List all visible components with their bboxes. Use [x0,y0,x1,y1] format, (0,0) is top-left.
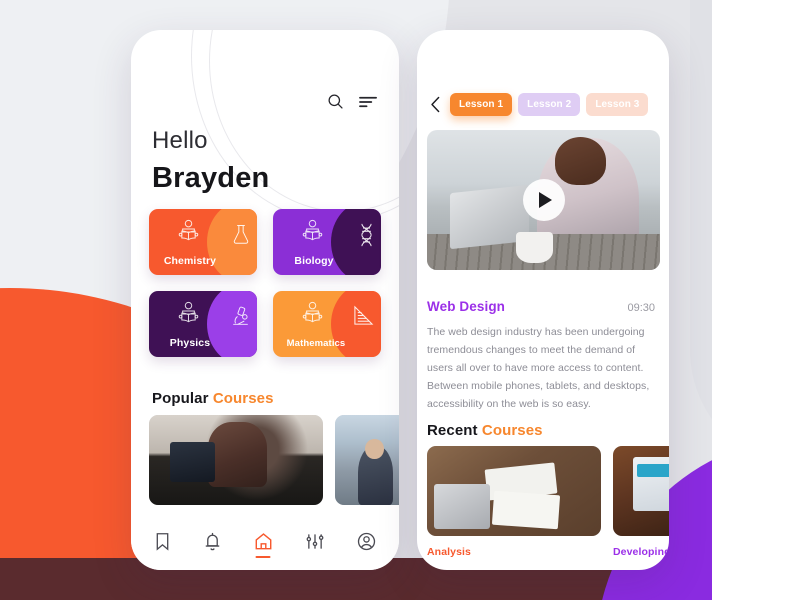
subject-card-physics[interactable]: Physics [149,291,257,357]
heading-part-b: Courses [212,390,274,407]
play-icon[interactable] [522,179,565,221]
popular-courses-row: Web Design Marketing [149,415,399,527]
nav-home-icon[interactable] [254,532,273,558]
triangle-ruler-icon [353,305,374,331]
course-card-web-design[interactable]: Web Design [149,415,323,527]
nav-profile-icon[interactable] [357,532,376,551]
subject-card-chemistry[interactable]: Chemistry [149,209,257,275]
video-photo-cup [515,232,553,263]
person-reading-icon [299,218,326,250]
tab-lesson-1[interactable]: Lesson 1 [450,93,513,116]
background-white-panel [712,0,800,600]
video-photo-hair [555,137,607,185]
course-card-marketing[interactable]: Marketing [335,415,399,527]
course-photo [335,415,399,505]
nav-active-indicator [255,555,271,558]
course-thumbnail [149,415,323,505]
course-card-developing[interactable]: Developing [613,446,669,558]
tab-label: Lesson 2 [527,99,572,110]
course-photo-laptop [433,483,490,529]
popular-courses-heading: Popular Courses [152,390,274,407]
course-card-analysis[interactable]: Analysis [427,446,601,558]
phone-home-screen: Hello Brayden Chemistry Biology Physics … [131,30,399,570]
subject-card-biology[interactable]: Biology [273,209,381,275]
course-name: Developing [613,546,669,558]
greeting-hello: Hello [152,127,208,154]
play-triangle [539,192,552,208]
greeting-name: Brayden [152,162,270,194]
tab-label: Lesson 3 [595,99,640,110]
course-thumbnail [335,415,399,505]
heading-part-b: Courses [481,422,543,439]
bottom-navigation [131,512,399,570]
nav-sliders-icon[interactable] [306,532,324,551]
course-photo [613,446,669,536]
subject-label: Biology [294,255,334,267]
person-reading-icon [175,300,202,332]
recent-courses-heading: Recent Courses [427,422,543,439]
dna-icon [359,223,374,252]
course-thumbnail [427,446,601,536]
person-reading-icon [299,300,326,332]
phone-lesson-screen: Lesson 1 Lesson 2 Lesson 3 Web Design 09… [417,30,669,570]
greeting-block: Hello Brayden [152,126,269,196]
filter-icon[interactable] [359,95,378,109]
search-icon[interactable] [327,93,344,110]
recent-courses-row: Analysis Developing [427,446,669,558]
course-name: Analysis [427,546,471,558]
flask-icon [232,223,250,250]
person-reading-icon [175,218,202,250]
tab-lesson-3[interactable]: Lesson 3 [586,93,649,116]
nav-bell-icon[interactable] [204,532,221,551]
lesson-tab-bar: Lesson 1 Lesson 2 Lesson 3 [427,93,661,116]
chevron-left-icon[interactable] [427,96,444,113]
heading-part-a: Recent [427,422,478,439]
lesson-description: The web design industry has been undergo… [427,326,650,410]
course-thumbnail [613,446,669,536]
subject-label: Mathematics [286,338,346,349]
lesson-time: 09:30 [627,302,655,314]
app-canvas: Hello Brayden Chemistry Biology Physics … [0,0,800,600]
subject-label: Chemistry [163,255,217,267]
tab-label: Lesson 1 [459,99,504,110]
course-photo [427,446,601,536]
subject-label: Physics [169,337,211,349]
lesson-title: Web Design [427,299,506,314]
nav-bookmark-icon[interactable] [154,532,171,551]
microscope-icon [231,305,250,332]
tab-lesson-2[interactable]: Lesson 2 [518,93,581,116]
course-photo [149,415,323,505]
subject-grid: Chemistry Biology Physics Mathematics [149,209,381,357]
lesson-video-player[interactable] [427,130,660,270]
lesson-title-row: Web Design 09:30 [427,299,655,314]
subject-card-mathematics[interactable]: Mathematics [273,291,381,357]
home-header-icons [327,93,378,110]
heading-part-a: Popular [152,390,209,407]
